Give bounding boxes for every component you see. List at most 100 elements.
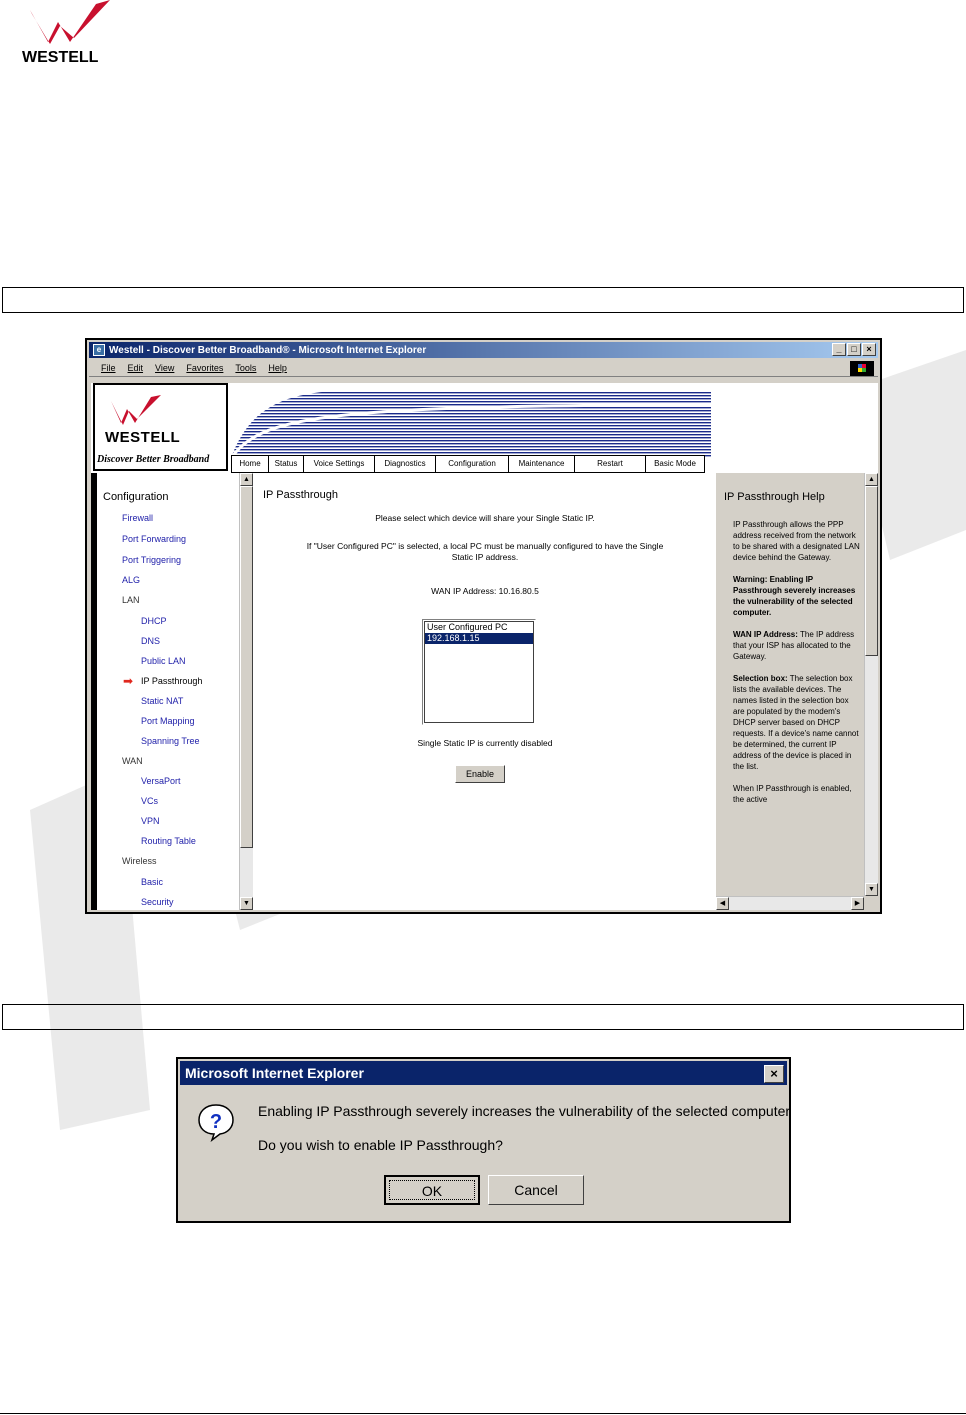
help-body: IP Passthrough allows the PPP address re… — [733, 519, 861, 816]
main-content: IP Passthrough Please select which devic… — [255, 473, 715, 910]
note-line-2: Static IP address. — [451, 552, 519, 562]
ok-button[interactable]: OK — [384, 1175, 480, 1205]
nav-maintenance[interactable]: Maintenance — [508, 455, 575, 473]
help-term: Selection box: — [733, 674, 788, 683]
sidebar-edge — [91, 473, 97, 910]
sidebar-item-spanning-tree[interactable]: Spanning Tree — [141, 736, 200, 746]
westell-logo: WESTELL — [18, 0, 128, 70]
close-button[interactable]: × — [862, 343, 876, 356]
westell-tagline: Discover Better Broadband — [97, 454, 210, 465]
sidebar: Configuration Firewall Port Forwarding P… — [91, 473, 239, 910]
help-paragraph: Selection box: The selection box lists t… — [733, 674, 859, 771]
westell-wordmark: WESTELL — [105, 429, 181, 446]
footer-rule — [0, 1413, 966, 1414]
sidebar-item-public-lan[interactable]: Public LAN — [141, 656, 186, 666]
sidebar-item-wireless[interactable]: Wireless — [122, 856, 157, 866]
menu-edit[interactable]: Edit — [128, 363, 144, 373]
ie-icon: e — [93, 344, 105, 356]
sidebar-item-ip-passthrough[interactable]: IP Passthrough — [141, 676, 202, 686]
menu-tools[interactable]: Tools — [235, 363, 256, 373]
minimize-button[interactable]: _ — [832, 343, 846, 356]
page-viewport: WESTELL Discover Better Broadband Home S… — [91, 383, 878, 910]
svg-text:?: ? — [210, 1111, 222, 1133]
nav-restart[interactable]: Restart — [574, 455, 646, 473]
help-term: WAN IP Address: — [733, 630, 798, 639]
scroll-thumb[interactable] — [240, 486, 253, 848]
nav-diagnostics[interactable]: Diagnostics — [374, 455, 436, 473]
option-selected-device[interactable]: 192.168.1.15 — [425, 633, 533, 644]
sidebar-item-dhcp[interactable]: DHCP — [141, 616, 167, 626]
help-warning: Warning: Enabling IP Passthrough severel… — [733, 575, 856, 617]
nav-status[interactable]: Status — [268, 455, 304, 473]
sidebar-item-port-triggering[interactable]: Port Triggering — [122, 555, 181, 565]
sidebar-item-routing-table[interactable]: Routing Table — [141, 836, 196, 846]
cancel-button[interactable]: Cancel — [488, 1175, 584, 1205]
question-icon: ? — [198, 1104, 234, 1142]
device-selection-box[interactable]: User Configured PC 192.168.1.15 — [422, 619, 536, 725]
scroll-down-icon[interactable]: ▼ — [865, 883, 878, 896]
sidebar-item-dns[interactable]: DNS — [141, 636, 160, 646]
scroll-right-icon[interactable]: ▶ — [851, 897, 864, 910]
menu-bar: File Edit View Favorites Tools Help — [89, 360, 878, 377]
sidebar-heading: Configuration — [103, 491, 169, 503]
sidebar-item-wan[interactable]: WAN — [122, 756, 143, 766]
dialog-question: Do you wish to enable IP Passthrough? — [258, 1137, 503, 1153]
nav-basic-mode[interactable]: Basic Mode — [645, 455, 705, 473]
dialog-close-button[interactable]: × — [764, 1065, 784, 1083]
westell-header-logo[interactable]: WESTELL Discover Better Broadband — [93, 383, 228, 471]
scroll-down-icon[interactable]: ▼ — [240, 897, 253, 910]
current-page-arrow-icon: ➡ — [123, 674, 134, 688]
svg-text:WESTELL: WESTELL — [22, 49, 99, 66]
sidebar-item-port-forwarding[interactable]: Port Forwarding — [122, 534, 186, 544]
help-vscrollbar[interactable]: ▲ ▼ — [864, 473, 878, 896]
westell-swoosh-icon — [111, 395, 161, 425]
sidebar-item-versaport[interactable]: VersaPort — [141, 776, 181, 786]
sidebar-item-alg[interactable]: ALG — [122, 575, 140, 585]
option-user-configured-pc[interactable]: User Configured PC — [425, 622, 533, 633]
windows-flag-icon — [850, 361, 874, 376]
sidebar-item-security[interactable]: Security — [141, 897, 174, 907]
sidebar-item-vpn[interactable]: VPN — [141, 816, 160, 826]
menu-view[interactable]: View — [155, 363, 174, 373]
document-caption-box — [2, 1004, 964, 1030]
sidebar-item-firewall[interactable]: Firewall — [122, 513, 153, 523]
nav-configuration[interactable]: Configuration — [435, 455, 509, 473]
menu-help[interactable]: Help — [268, 363, 287, 373]
menu-favorites[interactable]: Favorites — [186, 363, 223, 373]
browser-titlebar: e Westell - Discover Better Broadband® -… — [89, 342, 878, 358]
nav-home[interactable]: Home — [231, 455, 269, 473]
scroll-up-icon[interactable]: ▲ — [865, 473, 878, 486]
scroll-up-icon[interactable]: ▲ — [240, 473, 253, 486]
sidebar-scrollbar[interactable]: ▲ ▼ — [239, 473, 253, 910]
note-line-1: If "User Configured PC" is selected, a l… — [306, 541, 664, 551]
nav-voice-settings[interactable]: Voice Settings — [303, 455, 375, 473]
header-wave-graphic — [231, 390, 711, 458]
help-title: IP Passthrough Help — [724, 491, 825, 503]
dialog-message: Enabling IP Passthrough severely increas… — [258, 1103, 791, 1119]
browser-title: Westell - Discover Better Broadband® - M… — [109, 344, 427, 356]
enable-button[interactable]: Enable — [455, 765, 505, 783]
dialog-title: Microsoft Internet Explorer — [180, 1061, 787, 1085]
menu-file[interactable]: File — [101, 363, 116, 373]
sidebar-item-basic[interactable]: Basic — [141, 877, 163, 887]
westell-header: WESTELL Discover Better Broadband Home S… — [91, 383, 878, 475]
document-caption-box — [2, 287, 964, 313]
help-paragraph: IP Passthrough allows the PPP address re… — [733, 520, 860, 562]
maximize-button[interactable]: □ — [847, 343, 861, 356]
sidebar-item-lan[interactable]: LAN — [122, 595, 140, 605]
wan-ip-address: WAN IP Address: 10.16.80.5 — [431, 586, 539, 596]
help-paragraph: When IP Passthrough is enabled, the acti… — [733, 784, 852, 804]
confirm-dialog: Microsoft Internet Explorer × ? Enabling… — [176, 1057, 791, 1223]
browser-window: e Westell - Discover Better Broadband® -… — [85, 338, 882, 914]
scroll-left-icon[interactable]: ◀ — [716, 897, 729, 910]
help-panel: IP Passthrough Help IP Passthrough allow… — [716, 473, 878, 910]
sidebar-item-static-nat[interactable]: Static NAT — [141, 696, 183, 706]
help-paragraph: WAN IP Address: The IP address that your… — [733, 630, 855, 661]
scroll-thumb[interactable] — [865, 486, 878, 656]
status-text: Single Static IP is currently disabled — [417, 738, 553, 748]
sidebar-item-vcs[interactable]: VCs — [141, 796, 158, 806]
intro-text: Please select which device will share yo… — [375, 513, 595, 523]
help-hscrollbar[interactable]: ◀ ▶ — [716, 896, 864, 910]
top-nav: Home Status Voice Settings Diagnostics C… — [231, 455, 705, 473]
sidebar-item-port-mapping[interactable]: Port Mapping — [141, 716, 195, 726]
